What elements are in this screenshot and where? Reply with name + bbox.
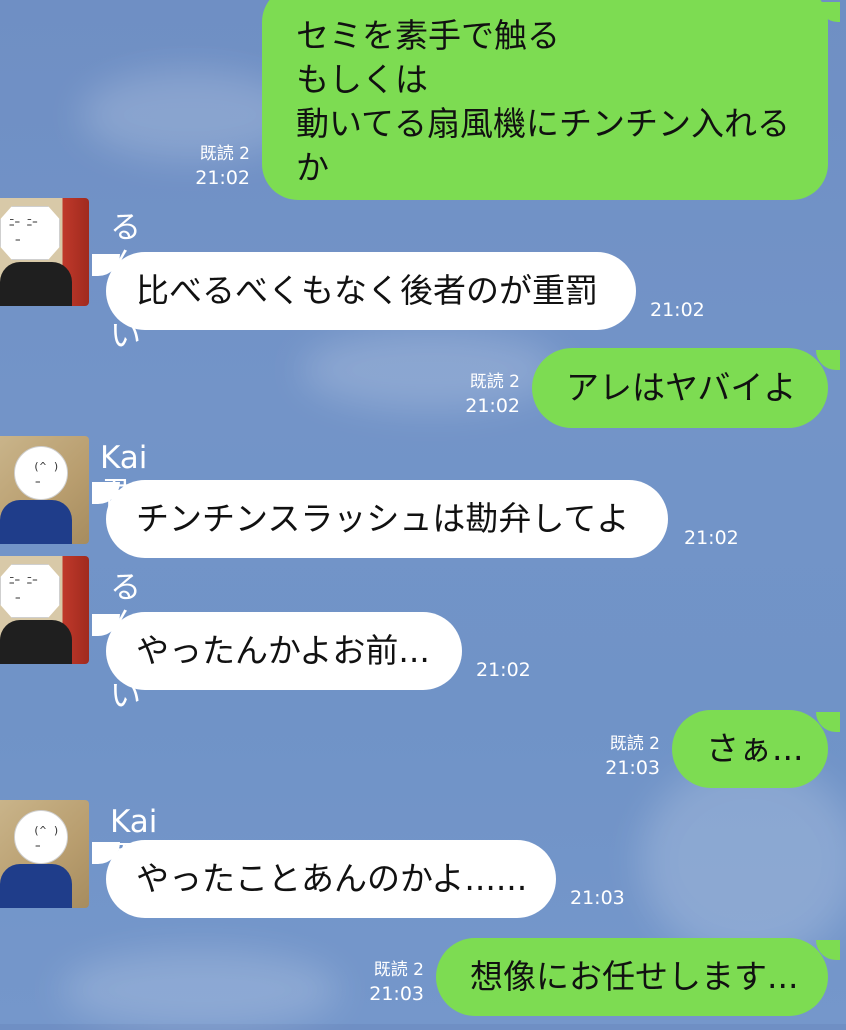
message-time: 21:02 — [465, 395, 520, 417]
avatar-face-mask: ﾆｰ ﾆｰ ｰ — [0, 206, 60, 260]
message-bubble[interactable]: やったんかよお前... — [106, 612, 462, 690]
message-meta: 既読 2 21:02 — [456, 370, 520, 418]
avatar-body — [0, 262, 72, 306]
message-text: 想像にお任せします... — [470, 957, 799, 996]
avatar-body — [0, 620, 72, 664]
avatar-body — [0, 500, 72, 544]
message-text: アレはヤバイよ — [566, 368, 797, 407]
message-time: 21:03 — [369, 983, 424, 1005]
message-text: やったことあんのかよ...... — [136, 859, 528, 898]
avatar[interactable]: (^ ) ｰ — [0, 436, 89, 544]
read-receipt: 既読 2 — [469, 372, 520, 392]
message-bubble[interactable]: チンチンスラッシュは勘弁してよ — [106, 480, 668, 558]
message-text-line: 動いてる扇風機にチンチン入れる — [296, 104, 791, 143]
avatar[interactable]: ﾆｰ ﾆｰ ｰ — [0, 556, 89, 664]
message-text-line: セミを素手で触る — [296, 16, 560, 55]
avatar-face-mask: (^ ) ｰ — [14, 810, 68, 864]
message-text-line: もしくは — [296, 60, 428, 99]
message-text: チンチンスラッシュは勘弁してよ — [136, 499, 630, 538]
message-bubble[interactable]: やったことあんのかよ...... — [106, 840, 556, 918]
avatar[interactable]: (^ ) ｰ — [0, 800, 89, 908]
avatar-face-mask: ﾆｰ ﾆｰ ｰ — [0, 564, 60, 618]
avatar[interactable]: ﾆｰ ﾆｰ ｰ — [0, 198, 89, 306]
message-time: 21:03 — [605, 757, 660, 779]
message-bubble[interactable]: アレはヤバイよ — [532, 348, 828, 428]
message-bubble[interactable]: 想像にお任せします... — [436, 938, 828, 1016]
message-time: 21:02 — [195, 167, 250, 189]
message-meta: 既読 2 21:03 — [360, 958, 424, 1006]
message-bubble[interactable]: セミを素手で触る もしくは 動いてる扇風機にチンチン入れる か — [262, 0, 828, 200]
background-cloud — [300, 330, 560, 410]
message-bubble[interactable]: 比べるべくもなく後者のが重罰 — [106, 252, 636, 330]
read-receipt: 既読 2 — [373, 960, 424, 980]
background-cloud — [640, 760, 846, 960]
message-time: 21:02 — [684, 527, 739, 549]
avatar-face-mask: (^ ) ｰ — [14, 446, 68, 500]
message-time: 21:02 — [476, 659, 531, 681]
message-text: 比べるべくもなく後者のが重罰 — [136, 271, 598, 310]
message-meta: 既読 2 21:03 — [596, 732, 660, 780]
message-text-line: か — [296, 148, 329, 187]
message-text: やったんかよお前... — [136, 631, 430, 670]
avatar-body — [0, 864, 72, 908]
message-bubble[interactable]: さぁ... — [672, 710, 828, 788]
message-time: 21:02 — [650, 299, 705, 321]
read-receipt: 既読 2 — [609, 734, 660, 754]
read-receipt: 既読 2 — [199, 144, 250, 164]
message-text: さぁ... — [706, 729, 804, 768]
message-meta: 既読 2 21:02 — [186, 142, 250, 190]
background-cloud — [60, 950, 340, 1030]
message-time: 21:03 — [570, 887, 625, 909]
